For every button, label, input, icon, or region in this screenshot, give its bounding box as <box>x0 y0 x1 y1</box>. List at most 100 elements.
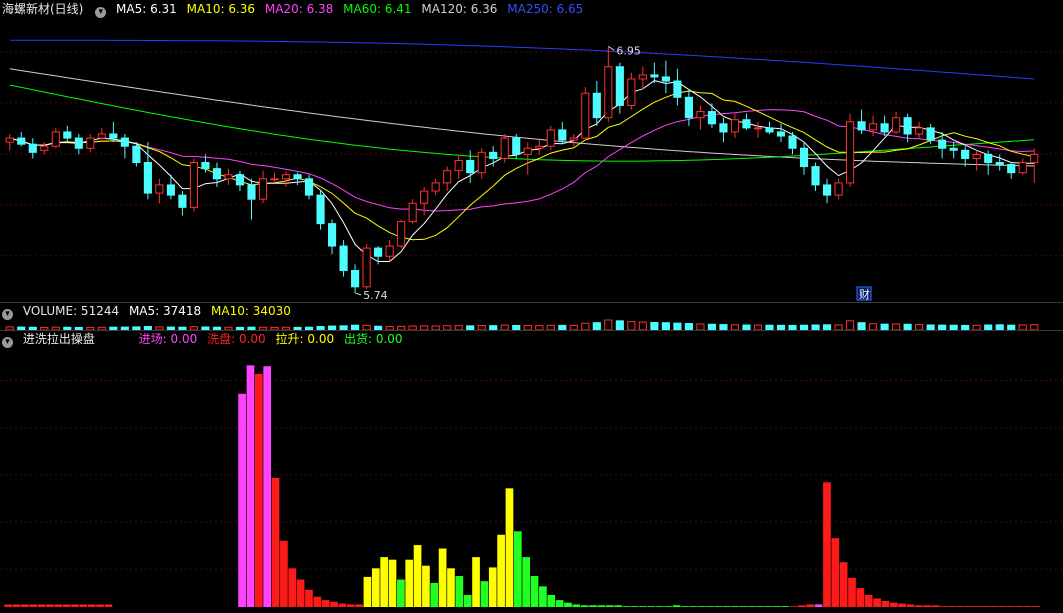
indicator-bar <box>1031 606 1040 607</box>
volume-bar <box>638 321 647 330</box>
candle-body <box>581 92 590 139</box>
ma10-label: MA10: 6.36 <box>186 2 256 16</box>
indicator-bar <box>898 603 906 607</box>
indicator-bar <box>990 606 998 607</box>
candle-body <box>247 184 256 200</box>
candle-body <box>857 121 866 131</box>
ma60-line <box>9 84 1035 162</box>
candle-body <box>178 194 187 208</box>
ma120-line <box>9 68 1035 167</box>
low-marker <box>354 292 362 296</box>
candle-body <box>811 166 820 186</box>
candle-body <box>627 78 636 106</box>
indicator-bar <box>522 557 531 607</box>
candle-body <box>327 223 337 247</box>
indicator-bar <box>1006 606 1015 607</box>
candle-body <box>788 135 797 149</box>
candle-body <box>799 147 809 168</box>
indicator-bar <box>647 606 656 607</box>
indicator-bar <box>714 606 723 607</box>
candle-body <box>109 133 118 139</box>
candle-body <box>431 182 440 192</box>
indicator-bar <box>96 604 104 607</box>
indicator-bar <box>46 604 54 607</box>
indicator-bar <box>656 606 664 607</box>
candle-body <box>189 162 199 208</box>
indicator-bar <box>455 576 464 607</box>
price-candlestick-chart[interactable]: 6.95 5.74 财 <box>0 18 1063 301</box>
volume-chart[interactable] <box>0 318 1063 330</box>
candle-body <box>926 127 935 141</box>
indicator-bar <box>739 606 748 607</box>
indicator-bar <box>321 600 330 607</box>
candle-body <box>28 143 37 153</box>
indicator-bar <box>54 604 63 607</box>
candle-body <box>500 137 509 159</box>
volume-bar <box>845 320 855 330</box>
indicator-bar <box>564 602 572 607</box>
candle-body <box>120 137 129 147</box>
indicator-wash-label: 洗盘: 0.00 <box>207 332 266 346</box>
indicator-bar <box>639 606 647 607</box>
candle-body <box>420 190 429 204</box>
indicator-bar <box>906 604 915 607</box>
candle-body <box>915 127 924 135</box>
candle-body <box>592 92 601 119</box>
ma120-label: MA120: 6.36 <box>421 2 498 16</box>
ma5-line <box>9 80 1035 262</box>
event-badge-label: 财 <box>859 287 870 301</box>
indicator-bar <box>931 605 940 607</box>
indicator-bar <box>722 606 731 607</box>
candle-body <box>86 137 95 149</box>
chevron-down-icon[interactable]: ▾ <box>95 7 107 18</box>
candle-body <box>97 133 106 139</box>
volume-bar <box>592 322 601 330</box>
indicator-bar <box>998 606 1007 607</box>
candle-body <box>615 66 624 106</box>
indicator-bar <box>463 594 472 607</box>
candle-body <box>730 119 740 133</box>
indicator-bar <box>37 604 46 607</box>
chevron-down-icon[interactable]: ▾ <box>2 337 13 348</box>
indicator-bar <box>981 606 990 607</box>
candle-body <box>995 162 1004 166</box>
candle-body <box>17 137 26 145</box>
indicator-bar <box>764 606 773 607</box>
main-chart-header: 海螺新材(日线) ▾ MA5: 6.31 MA10: 6.36 MA20: 6.… <box>0 1 1063 18</box>
indicator-bar <box>422 565 430 607</box>
candle-body <box>558 129 567 141</box>
candle-body <box>63 131 72 139</box>
indicator-bar <box>21 604 29 607</box>
candle-body <box>834 182 843 196</box>
indicator-bar <box>614 605 622 607</box>
indicator-bar <box>29 604 38 607</box>
indicator-bar-chart[interactable] <box>0 349 1063 611</box>
candle-body <box>765 127 774 133</box>
indicator-bar <box>104 604 113 607</box>
indicator-bar <box>672 605 681 607</box>
indicator-bar <box>380 557 388 607</box>
candle-body <box>201 162 210 170</box>
volume-bar <box>581 322 590 330</box>
candle-body <box>224 174 233 180</box>
volume-bar <box>857 322 866 330</box>
candle-body <box>742 119 751 129</box>
candle-body <box>235 174 245 186</box>
indicator-bar <box>246 365 255 607</box>
indicator-bar <box>697 606 706 607</box>
indicator-bar <box>338 603 347 607</box>
indicator-bar <box>831 538 840 607</box>
candle-body <box>408 202 417 223</box>
indicator-bar <box>505 488 514 607</box>
indicator-bar <box>580 605 589 607</box>
indicator-bar <box>589 605 597 607</box>
indicator-bar <box>413 545 422 607</box>
indicator-bar <box>789 606 798 607</box>
indicator-bar <box>288 568 297 607</box>
indicator-bar <box>823 482 831 607</box>
indicator-bar <box>798 605 806 607</box>
indicator-bar <box>889 602 898 607</box>
indicator-bar <box>781 606 790 607</box>
candle-body <box>569 137 578 141</box>
indicator-bar <box>772 606 781 607</box>
